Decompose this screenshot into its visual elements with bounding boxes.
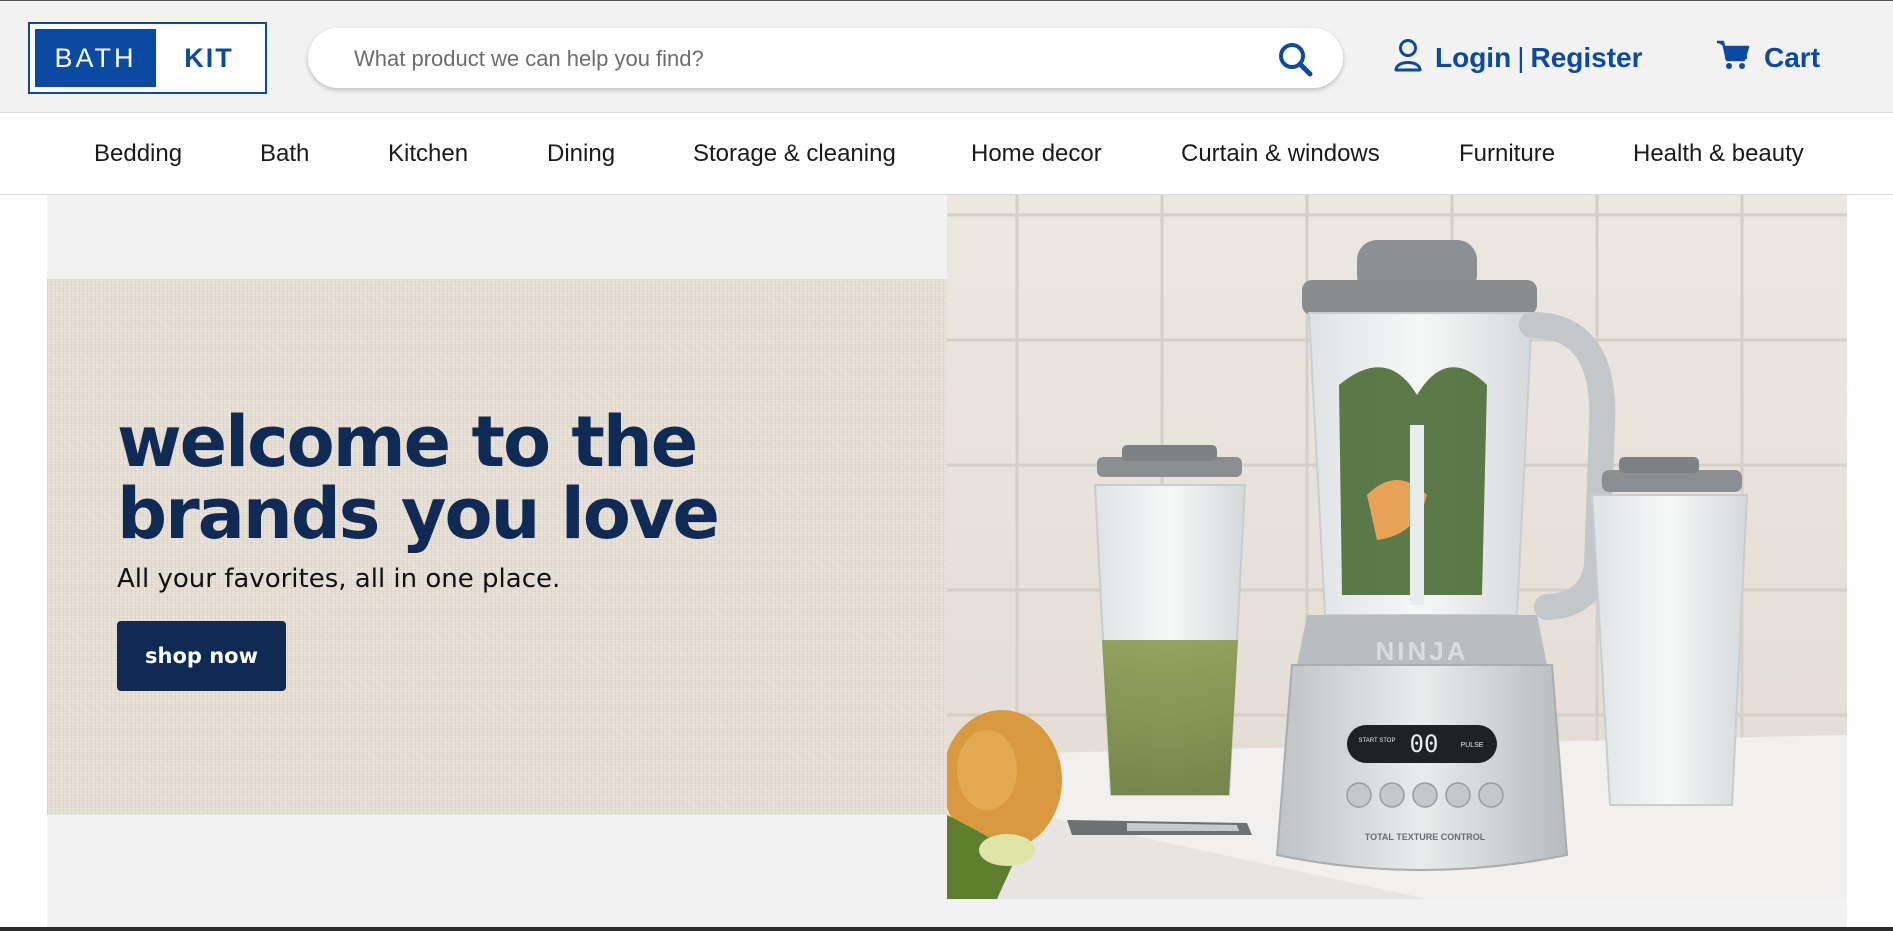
- category-nav: Bedding Bath Kitchen Dining Storage & cl…: [0, 113, 1893, 195]
- blender-footer-text: TOTAL TEXTURE CONTROL: [1365, 832, 1486, 842]
- blender-start-stop: START STOP: [1359, 738, 1396, 744]
- cart-icon: [1716, 39, 1750, 78]
- nav-item-home-decor[interactable]: Home decor: [971, 113, 1102, 195]
- user-icon[interactable]: [1393, 38, 1423, 79]
- cart-link[interactable]: Cart: [1716, 37, 1820, 79]
- nav-item-dining[interactable]: Dining: [547, 113, 615, 195]
- bottom-divider: [0, 927, 1893, 931]
- nav-item-furniture[interactable]: Furniture: [1459, 113, 1555, 195]
- hero-title: welcome to the brands you love: [117, 406, 937, 550]
- cart-label: Cart: [1764, 42, 1821, 73]
- search-input[interactable]: [352, 28, 1256, 90]
- hero-text-panel: welcome to the brands you love All your …: [47, 279, 947, 815]
- hero-subtitle: All your favorites, all in one place.: [117, 564, 561, 594]
- nav-item-health-beauty[interactable]: Health & beauty: [1633, 113, 1804, 195]
- nav-item-bath[interactable]: Bath: [260, 113, 309, 195]
- logo-bath-text: BATH: [35, 29, 156, 87]
- blender-pulse: PULSE: [1461, 742, 1484, 749]
- nav-item-curtain-windows[interactable]: Curtain & windows: [1181, 113, 1380, 195]
- account-links: Login | Register: [1393, 37, 1643, 79]
- register-link[interactable]: Register: [1530, 42, 1642, 73]
- hero-title-line-1: welcome to the: [117, 401, 698, 483]
- nav-item-kitchen[interactable]: Kitchen: [388, 113, 468, 195]
- site-header: BATH KIT Login|Register: [0, 0, 1893, 113]
- search-icon[interactable]: [1275, 39, 1315, 79]
- blender-brand-mark: NINJA: [1375, 636, 1468, 666]
- logo-kit-text: KIT: [184, 42, 234, 73]
- account-separator: |: [1517, 42, 1525, 73]
- shop-now-button[interactable]: shop now: [117, 621, 286, 691]
- hero-product-image[interactable]: NINJA 00 START STOP PULSE TOTAL TEXTURE …: [947, 195, 1847, 899]
- nav-item-storage-cleaning[interactable]: Storage & cleaning: [693, 113, 896, 195]
- hero-title-line-2: brands you love: [117, 473, 720, 555]
- bath-kit-logo[interactable]: BATH KIT: [28, 22, 267, 94]
- search-bar: [308, 28, 1343, 90]
- blender-display: 00: [1410, 730, 1439, 758]
- nav-item-bedding[interactable]: Bedding: [94, 113, 182, 195]
- login-link[interactable]: Login: [1435, 42, 1511, 73]
